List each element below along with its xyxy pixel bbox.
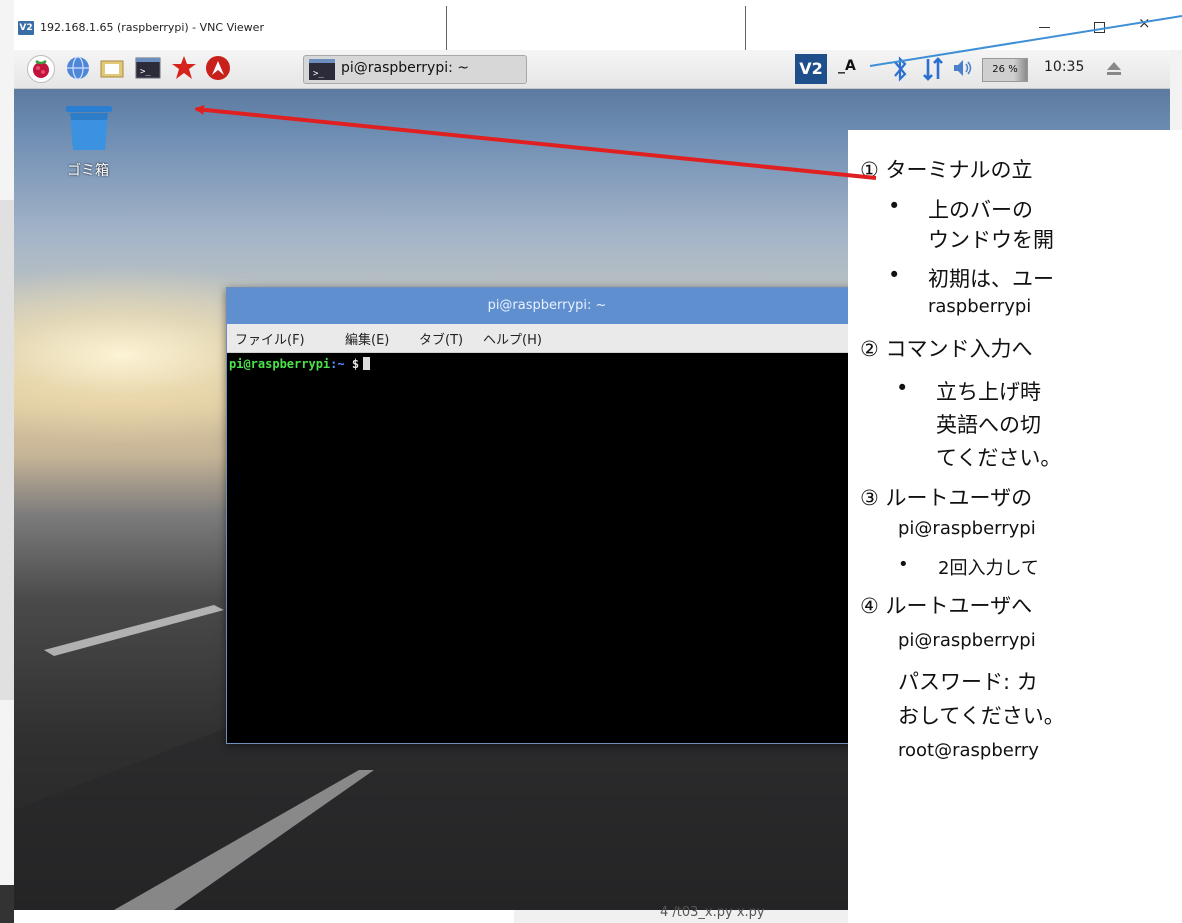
- note-line: ウンドウを開: [928, 228, 1054, 252]
- instruction-panel: ① ターミナルの立 上のバーの ウンドウを開 初期は、ユー raspberryp…: [848, 130, 1182, 923]
- note-step-2: ② コマンド入力へ: [860, 337, 1033, 361]
- prompt-user: pi@raspberrypi: [229, 357, 331, 371]
- bluetooth-icon[interactable]: [890, 54, 910, 84]
- terminal-prompt[interactable]: pi@raspberrypi:~ $: [229, 357, 371, 371]
- note-line: 上のバーの: [888, 194, 1033, 224]
- note-line: 初期は、ユー: [888, 263, 1054, 293]
- note-line: pi@raspberrypi: [898, 518, 1036, 539]
- host-window-edge-right: [1170, 50, 1182, 130]
- window-title: 192.168.1.65 (raspberrypi) - VNC Viewer: [40, 21, 264, 34]
- prompt-dollar: $: [344, 357, 360, 371]
- note-line: 立ち上げ時: [896, 376, 1041, 406]
- cpu-monitor[interactable]: 26 %: [982, 58, 1028, 82]
- prompt-path: :~: [330, 357, 345, 371]
- file-manager-icon[interactable]: [99, 55, 125, 81]
- note-step-3: ③ ルートユーザの: [860, 486, 1033, 510]
- note-line: パスワード: カ: [898, 670, 1038, 694]
- text-cursor: [363, 357, 371, 370]
- terminal-icon: >_: [309, 59, 335, 80]
- network-icon[interactable]: [922, 55, 944, 83]
- terminal-icon[interactable]: >_: [135, 55, 161, 81]
- note-line: 2回入力して: [898, 554, 1039, 580]
- maximize-button[interactable]: [1094, 22, 1105, 33]
- taskbar-terminal-button[interactable]: >_ pi@raspberrypi: ~: [303, 55, 527, 84]
- note-line: root@raspberry: [898, 740, 1039, 761]
- svg-text:>_: >_: [140, 67, 151, 77]
- menu-edit[interactable]: 編集(E): [345, 329, 389, 348]
- close-button[interactable]: ×: [1138, 14, 1151, 32]
- clock[interactable]: 10:35: [1044, 59, 1084, 75]
- terminal-titlebar[interactable]: pi@raspberrypi: ~: [227, 288, 867, 324]
- input-method-indicator[interactable]: _A: [838, 58, 856, 74]
- raspberry-menu-icon[interactable]: [27, 55, 55, 83]
- eject-icon[interactable]: [1106, 60, 1122, 76]
- taskbar: >_ >_ pi@raspberrypi: ~ V2 _A 26 % 10:35: [14, 50, 1170, 89]
- host-window-bottom-text: 4 /t03_x.py x.py: [660, 905, 765, 920]
- trash-label: ゴミ箱: [67, 163, 109, 179]
- taskbar-terminal-label: pi@raspberrypi: ~: [341, 60, 470, 76]
- menu-tab[interactable]: タブ(T): [419, 329, 463, 348]
- trash-icon[interactable]: [64, 104, 114, 152]
- web-browser-icon[interactable]: [65, 55, 91, 81]
- note-line: pi@raspberrypi: [898, 630, 1036, 651]
- note-step-1: ① ターミナルの立: [860, 158, 1033, 182]
- note-line: おしてください。: [898, 704, 1065, 728]
- vnc-logo-icon: V2: [18, 21, 34, 35]
- svg-text:>_: >_: [313, 69, 324, 79]
- note-line: てください。: [936, 446, 1062, 470]
- vnc-server-icon[interactable]: V2: [795, 54, 827, 84]
- host-window-edge-panel: [0, 200, 14, 700]
- menu-file[interactable]: ファイル(F): [235, 329, 305, 348]
- mathematica-icon[interactable]: [171, 55, 197, 81]
- minimize-button[interactable]: [1038, 18, 1052, 34]
- note-step-4: ④ ルートユーザへ: [860, 594, 1033, 618]
- vnc-toolbar-handle[interactable]: [446, 6, 746, 51]
- volume-icon[interactable]: [952, 58, 974, 78]
- terminal-menubar: ファイル(F) 編集(E) タブ(T) ヘルプ(H): [227, 324, 867, 353]
- menu-help[interactable]: ヘルプ(H): [483, 329, 542, 348]
- note-line: 英語への切: [936, 413, 1041, 437]
- host-window-edge-dark: [0, 885, 14, 923]
- terminal-window[interactable]: pi@raspberrypi: ~ ファイル(F) 編集(E) タブ(T) ヘル…: [226, 287, 868, 744]
- note-line: raspberrypi: [928, 296, 1032, 317]
- wolfram-icon[interactable]: [205, 55, 231, 81]
